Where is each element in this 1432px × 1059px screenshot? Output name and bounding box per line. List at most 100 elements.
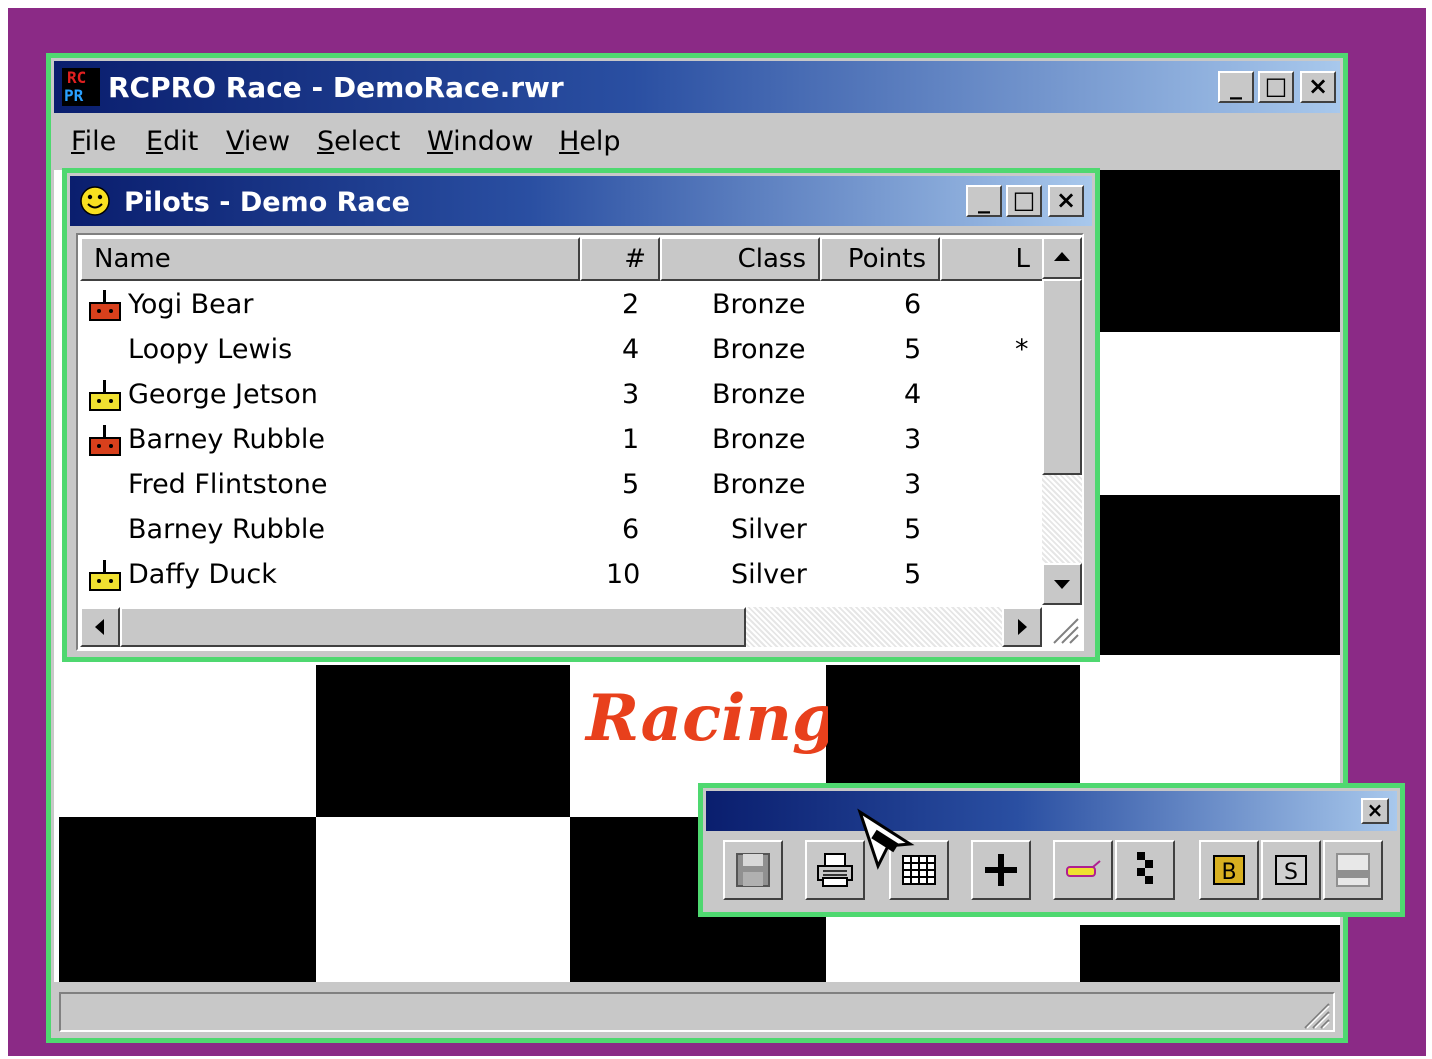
add-icon: [985, 854, 1017, 886]
transmitter-red-icon: [89, 425, 121, 456]
pilot-points: 5: [904, 559, 922, 590]
smiley-icon: [80, 186, 110, 216]
column-header-points[interactable]: Points: [820, 237, 940, 281]
arrow-left-icon: [95, 619, 104, 635]
menu-select[interactable]: Select: [317, 126, 400, 157]
menu-bar: File Edit View Select Window Help: [54, 116, 1340, 168]
pilot-row[interactable]: Barney Rubble 1 Bronze 3: [78, 418, 1038, 463]
silver-button[interactable]: S: [1261, 840, 1321, 900]
pilot-number: 2: [622, 289, 640, 320]
pilot-row[interactable]: Fred Flintstone 5 Bronze 3: [78, 463, 1038, 508]
checker-square: [59, 817, 316, 982]
pilot-name: Fred Flintstone: [128, 469, 328, 500]
pilots-maximize-button[interactable]: □: [1006, 185, 1042, 217]
pilot-row[interactable]: Barney Rubble 6 Silver 5: [78, 508, 1038, 553]
pilots-window-title: Pilots - Demo Race: [124, 187, 410, 218]
scroll-left-button[interactable]: [80, 607, 120, 647]
checkered-flag-icon: [1137, 852, 1153, 884]
transmitter-yellow-icon: [89, 560, 121, 591]
pilots-minimize-button[interactable]: _: [966, 185, 1002, 217]
main-title-bar[interactable]: RC PR RCPRO Race - DemoRace.rwr _ □ ×: [54, 61, 1340, 113]
pilots-list: Name # Class Points L Yogi Bear 2 Bronze…: [76, 233, 1084, 651]
transmitter-red-icon: [89, 290, 121, 321]
window-button[interactable]: [1323, 840, 1383, 900]
silver-icon: S: [1275, 855, 1307, 885]
racing-logo: Racing: [584, 681, 828, 756]
scroll-right-button[interactable]: [1002, 607, 1042, 647]
resize-grip-icon[interactable]: [1295, 994, 1331, 1030]
pilot-extra: *: [1015, 334, 1029, 365]
checker-square: [1080, 925, 1340, 982]
pilot-number: 6: [622, 514, 640, 545]
pilot-class: Silver: [731, 514, 807, 545]
print-icon: [817, 853, 853, 887]
horizontal-scroll-thumb[interactable]: [120, 607, 746, 647]
scroll-up-button[interactable]: [1042, 237, 1082, 279]
pilot-points: 5: [904, 514, 922, 545]
transmitter-yellow-icon: [89, 380, 121, 411]
pilot-name: Yogi Bear: [128, 289, 254, 320]
pilot-class: Bronze: [712, 334, 806, 365]
column-header-class[interactable]: Class: [660, 237, 820, 281]
transponder-button[interactable]: [1053, 840, 1113, 900]
pilot-class: Bronze: [712, 424, 806, 455]
menu-help[interactable]: Help: [559, 126, 621, 157]
pilot-class: Bronze: [712, 379, 806, 410]
bronze-icon: B: [1213, 855, 1245, 885]
checker-square: [1100, 170, 1340, 332]
rcpro-logo-icon: RC PR: [62, 68, 100, 106]
minimize-button[interactable]: _: [1218, 71, 1254, 103]
pilot-points: 3: [904, 469, 922, 500]
save-icon: [736, 853, 770, 887]
vertical-scrollbar[interactable]: [1042, 237, 1082, 605]
pilot-name: Barney Rubble: [128, 424, 326, 455]
pilot-row[interactable]: George Jetson 3 Bronze 4: [78, 373, 1038, 418]
bronze-button[interactable]: B: [1199, 840, 1259, 900]
menu-view[interactable]: View: [226, 126, 290, 157]
pilot-name: George Jetson: [128, 379, 318, 410]
transponder-icon: [1066, 860, 1101, 877]
vertical-scroll-thumb[interactable]: [1042, 279, 1082, 475]
pilots-close-button[interactable]: ×: [1048, 185, 1084, 217]
pilots-title-bar[interactable]: Pilots - Demo Race _ □ ×: [70, 176, 1092, 226]
pilot-points: 5: [904, 334, 922, 365]
mouse-pointer-icon: [857, 808, 915, 870]
list-resize-grip-icon[interactable]: [1044, 609, 1080, 645]
checkered-flag-button[interactable]: [1115, 840, 1175, 900]
column-header-number[interactable]: #: [580, 237, 660, 281]
pilot-points: 3: [904, 424, 922, 455]
pilot-points: 4: [904, 379, 922, 410]
horizontal-scrollbar[interactable]: [80, 607, 1042, 647]
checker-square: [1100, 495, 1340, 655]
pilot-row[interactable]: Daffy Duck 10 Silver 5: [78, 553, 1038, 598]
toolbar-title-bar[interactable]: ×: [706, 791, 1397, 831]
scroll-down-button[interactable]: [1042, 563, 1082, 605]
checker-square: [316, 665, 570, 817]
pilot-number: 3: [622, 379, 640, 410]
maximize-button[interactable]: □: [1258, 71, 1294, 103]
arrow-down-icon: [1054, 580, 1070, 589]
pilot-row[interactable]: Yogi Bear 2 Bronze 6: [78, 283, 1038, 328]
menu-edit[interactable]: Edit: [146, 126, 198, 157]
add-button[interactable]: [971, 840, 1031, 900]
pilot-number: 1: [622, 424, 640, 455]
pilot-number: 10: [606, 559, 641, 590]
pilot-name: Loopy Lewis: [128, 334, 293, 365]
arrow-up-icon: [1054, 252, 1070, 261]
racing-logo-text: Racing: [584, 681, 828, 756]
pilot-row[interactable]: Loopy Lewis 4 Bronze 5 *: [78, 328, 1038, 373]
column-header-l[interactable]: L: [940, 237, 1044, 281]
menu-window[interactable]: Window: [427, 126, 533, 157]
pilot-class: Bronze: [712, 469, 806, 500]
window-icon: [1336, 853, 1370, 887]
toolbar-close-button[interactable]: ×: [1361, 798, 1389, 824]
pilot-class: Bronze: [712, 289, 806, 320]
pilot-name: Barney Rubble: [128, 514, 326, 545]
main-window-title: RCPRO Race - DemoRace.rwr: [108, 71, 564, 104]
close-button[interactable]: ×: [1300, 71, 1336, 103]
pilots-window: Pilots - Demo Race _ □ × Name # Class Po…: [62, 168, 1100, 662]
toolbar-window: × B S: [698, 783, 1405, 917]
menu-file[interactable]: File: [71, 126, 116, 157]
column-header-name[interactable]: Name: [80, 237, 580, 281]
save-button[interactable]: [723, 840, 783, 900]
